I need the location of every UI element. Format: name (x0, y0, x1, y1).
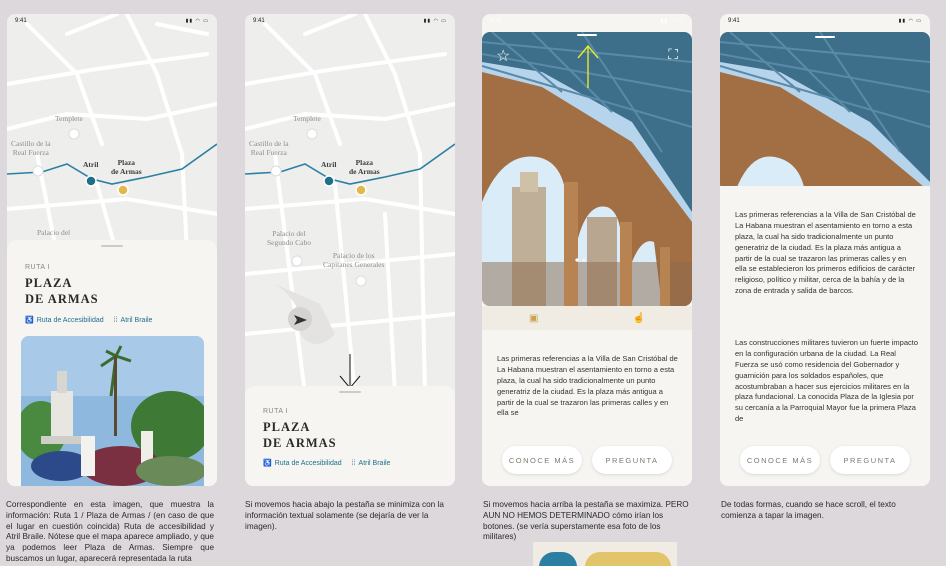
arcade-photo-cropped[interactable] (720, 32, 930, 192)
conoce-mas-button[interactable]: CONOCE MÁS (740, 446, 820, 474)
tab-touch-icon[interactable]: ☝ (633, 313, 645, 324)
status-bar: 9:41 ▮▮ ◠ ▭ (7, 14, 217, 28)
place-title-line2: DE ARMAS (263, 435, 337, 450)
route-label: RUTA I (263, 408, 289, 415)
status-bar: 9:41 ▮▮ ◠ ▭ (245, 14, 455, 28)
detail-text: Las primeras referencias a la Villa de S… (497, 354, 678, 418)
screen-detail-maximized: 9:41 ▮▮ ◠ ▭ ☆ ⛶ ▣ ☝ Las primeras referen… (482, 14, 692, 486)
map-label-atril: Atril (321, 160, 337, 169)
caption-screen-3: Si movemos hacia arriba la pestaña se ma… (483, 500, 689, 542)
caption-screen-4: De todas formas, cuando se hace scroll, … (721, 500, 896, 520)
accessibility-links: ♿ Ruta de Accesibilidad ⁞⁞ Atril Braile (25, 316, 153, 325)
caption-screen-2: Si movemos hacia abajo la pestaña se min… (245, 500, 444, 531)
map-label-castillo: Castillo de la Real Fuerza (249, 139, 289, 157)
place-title: PLAZA DE ARMAS (263, 420, 337, 451)
plaza-pin (355, 184, 367, 196)
detail-text-paragraph-1: Las primeras referencias a la Villa de S… (735, 210, 916, 296)
braile-label: Atril Braile (120, 316, 153, 324)
signal-wifi-battery-icon: ▮▮ ◠ ▭ (660, 18, 684, 24)
braile-link[interactable]: ⁞⁞ Atril Braile (114, 316, 153, 324)
braile-link[interactable]: ⁞⁞ Atril Braile (352, 459, 391, 467)
sheet-drag-handle[interactable] (577, 34, 597, 36)
map-label-atril: Atril (83, 160, 99, 169)
route-label: RUTA I (25, 264, 51, 271)
braille-icon: ⁞⁞ (113, 316, 118, 324)
place-title: PLAZA DE ARMAS (25, 276, 99, 307)
detail-text-paragraph-2: Las construcciones militares tuvieron un… (735, 338, 918, 424)
bottom-sheet[interactable]: RUTA I PLAZA DE ARMAS ♿ Ruta de Accesibil… (7, 240, 217, 486)
sketch-pill-button (585, 552, 671, 566)
map-label-segundo-cabo: Palacio del Segundo Cabo (267, 229, 311, 247)
plaza-photo[interactable] (21, 336, 204, 486)
status-time: 9:41 (490, 18, 502, 24)
map-label-templete: Templete (55, 114, 83, 123)
status-time: 9:41 (15, 18, 27, 24)
accessibility-route-link[interactable]: ♿ Ruta de Accesibilidad (263, 459, 342, 468)
map-label-plaza: Plaza de Armas (349, 158, 380, 176)
pregunta-button[interactable]: PREGUNTA (592, 446, 672, 474)
atril-pin (85, 175, 97, 187)
caption-screen-1: Correspondiente en esta imagen, que mues… (6, 500, 214, 564)
place-title-line1: PLAZA (263, 420, 311, 434)
screen-detail-scrolled: 9:41 ▮▮ ◠ ▭ Las primeras referencias a l… (720, 14, 930, 486)
pregunta-button[interactable]: PREGUNTA (830, 446, 910, 474)
sheet-drag-handle[interactable] (339, 391, 361, 393)
accessibility-route-link[interactable]: ♿ Ruta de Accesibilidad (25, 316, 104, 325)
accessibility-links: ♿ Ruta de Accesibilidad ⁞⁞ Atril Braile (263, 459, 391, 468)
atril-pin (323, 175, 335, 187)
star-favorite-icon[interactable]: ☆ (496, 46, 510, 66)
bottom-sheet-minimized[interactable]: RUTA I PLAZA DE ARMAS ♿ Ruta de Accesibil… (245, 386, 455, 486)
signal-wifi-battery-icon: ▮▮ ◠ ▭ (185, 18, 209, 24)
sheet-drag-handle[interactable] (101, 245, 123, 247)
map-label-templete: Templete (293, 114, 321, 123)
sheet-drag-handle[interactable] (815, 36, 835, 38)
tab-image-icon[interactable]: ▣ (529, 313, 538, 324)
wheelchair-icon: ♿ (25, 317, 34, 324)
media-tabs: ▣ ☝ (482, 306, 692, 330)
signal-wifi-battery-icon: ▮▮ ◠ ▭ (898, 18, 922, 24)
signal-wifi-battery-icon: ▮▮ ◠ ▭ (423, 18, 447, 24)
braille-icon: ⁞⁞ (351, 459, 356, 467)
accessibility-route-label: Ruta de Accesibilidad (274, 459, 342, 467)
arrow-up-annotation (577, 44, 599, 88)
fullscreen-expand-icon[interactable]: ⛶ (668, 46, 678, 63)
place-title-line2: DE ARMAS (25, 291, 99, 306)
status-bar: 9:41 ▮▮ ◠ ▭ (482, 14, 692, 28)
screen-map-expanded: 9:41 ▮▮ ◠ ▭ Templete Castillo de la Real… (7, 14, 217, 486)
screen-map-minimized: 9:41 ▮▮ ◠ ▭ Templete Castillo de la Real… (245, 14, 455, 486)
button-sketch-thumbnail (533, 542, 677, 566)
map-label-plaza: Plaza de Armas (111, 158, 142, 176)
map-label-palacio: Palacio del (37, 228, 71, 237)
status-time: 9:41 (253, 18, 265, 24)
status-bar: 9:41 ▮▮ ◠ ▭ (720, 14, 930, 28)
plaza-pin (117, 184, 129, 196)
accessibility-route-label: Ruta de Accesibilidad (36, 316, 104, 324)
map-label-castillo: Castillo de la Real Fuerza (11, 139, 51, 157)
braile-label: Atril Braile (358, 459, 391, 467)
conoce-mas-button[interactable]: CONOCE MÁS (502, 446, 582, 474)
sketch-round-button (539, 552, 577, 566)
wheelchair-icon: ♿ (263, 460, 272, 467)
status-time: 9:41 (728, 18, 740, 24)
map-label-capitanes: Palacio de los Capitanes Generales (323, 251, 385, 269)
place-title-line1: PLAZA (25, 276, 73, 290)
